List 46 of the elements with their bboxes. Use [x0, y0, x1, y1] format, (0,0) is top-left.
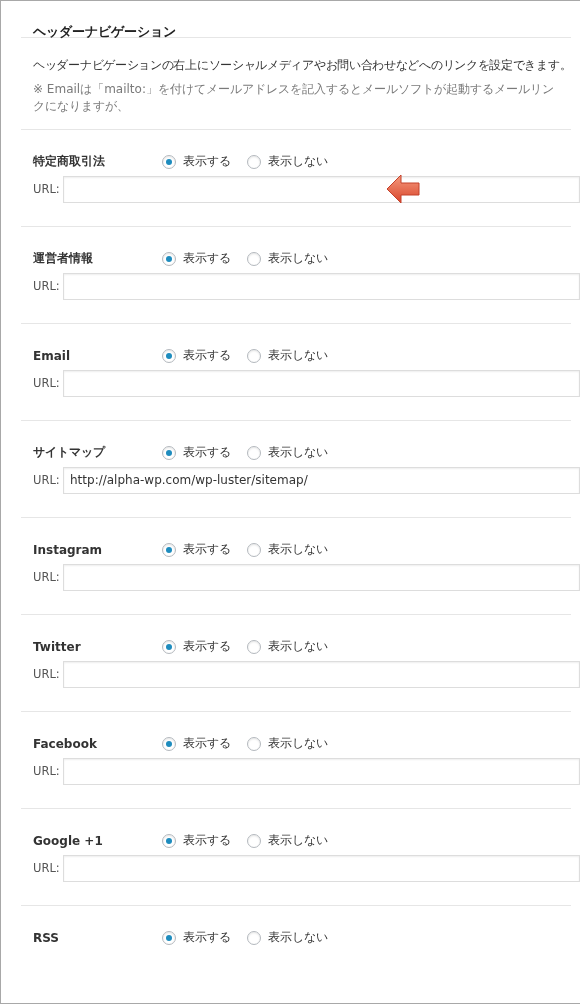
radio-option[interactable]: 表示する [162, 832, 231, 850]
radio-option[interactable]: 表示しない [247, 153, 328, 171]
url-field[interactable] [63, 854, 580, 882]
url-field[interactable] [63, 272, 580, 300]
setting-label: RSS [33, 930, 60, 945]
url-label: URL: [33, 279, 61, 294]
radio-option[interactable]: 表示しない [247, 929, 328, 947]
url-label: URL: [33, 861, 61, 876]
url-field[interactable] [63, 369, 580, 397]
radio-option[interactable]: 表示する [162, 347, 231, 365]
setting-label: サイトマップ [33, 444, 107, 462]
setting-label: Google +1 [33, 833, 104, 848]
url-label: URL: [33, 182, 61, 197]
description: ヘッダーナビゲーションの右上にソーシャルメディアやお問い合わせなどへのリンクを設定できます。 [32, 57, 573, 73]
radio-option[interactable]: 表示しない [247, 250, 328, 268]
url-label: URL: [33, 473, 61, 488]
url-label: URL: [33, 570, 61, 585]
radio-option[interactable]: 表示する [162, 250, 231, 268]
url-label: URL: [33, 667, 61, 682]
url-field[interactable] [63, 757, 580, 785]
setting-label: 特定商取引法 [33, 153, 106, 171]
url-field[interactable] [63, 563, 580, 591]
setting-label: Twitter [33, 639, 82, 654]
radio-option[interactable]: 表示する [162, 153, 231, 171]
note-text: ※ Emailは「mailto:」を付けてメールアドレスを記入するとメールソフトが起動するメールリンクになりますが、 [32, 81, 555, 115]
radio-option[interactable]: 表示しない [247, 541, 328, 559]
url-field[interactable] [63, 660, 580, 688]
setting-label: Instagram [33, 542, 104, 557]
radio-option[interactable]: 表示する [162, 444, 231, 462]
url-label: URL: [33, 376, 61, 391]
radio-option[interactable]: 表示しない [247, 347, 328, 365]
radio-option[interactable]: 表示する [162, 929, 231, 947]
panel-title: ヘッダーナビゲーション [32, 23, 177, 37]
radio-option[interactable]: 表示しない [247, 638, 328, 656]
radio-option[interactable]: 表示しない [247, 832, 328, 850]
radio-option[interactable]: 表示しない [247, 735, 328, 753]
setting-label: Email [33, 348, 72, 363]
radio-option[interactable]: 表示する [162, 735, 231, 753]
radio-option[interactable]: 表示しない [247, 444, 328, 462]
setting-label: 運営者情報 [33, 250, 94, 268]
url-label: URL: [33, 764, 61, 779]
radio-option[interactable]: 表示する [162, 541, 231, 559]
setting-label: Facebook [33, 736, 98, 751]
url-field[interactable]: http://alpha-wp.com/wp-luster/sitemap/ [63, 466, 580, 494]
radio-option[interactable]: 表示する [162, 638, 231, 656]
url-field[interactable] [63, 175, 580, 203]
